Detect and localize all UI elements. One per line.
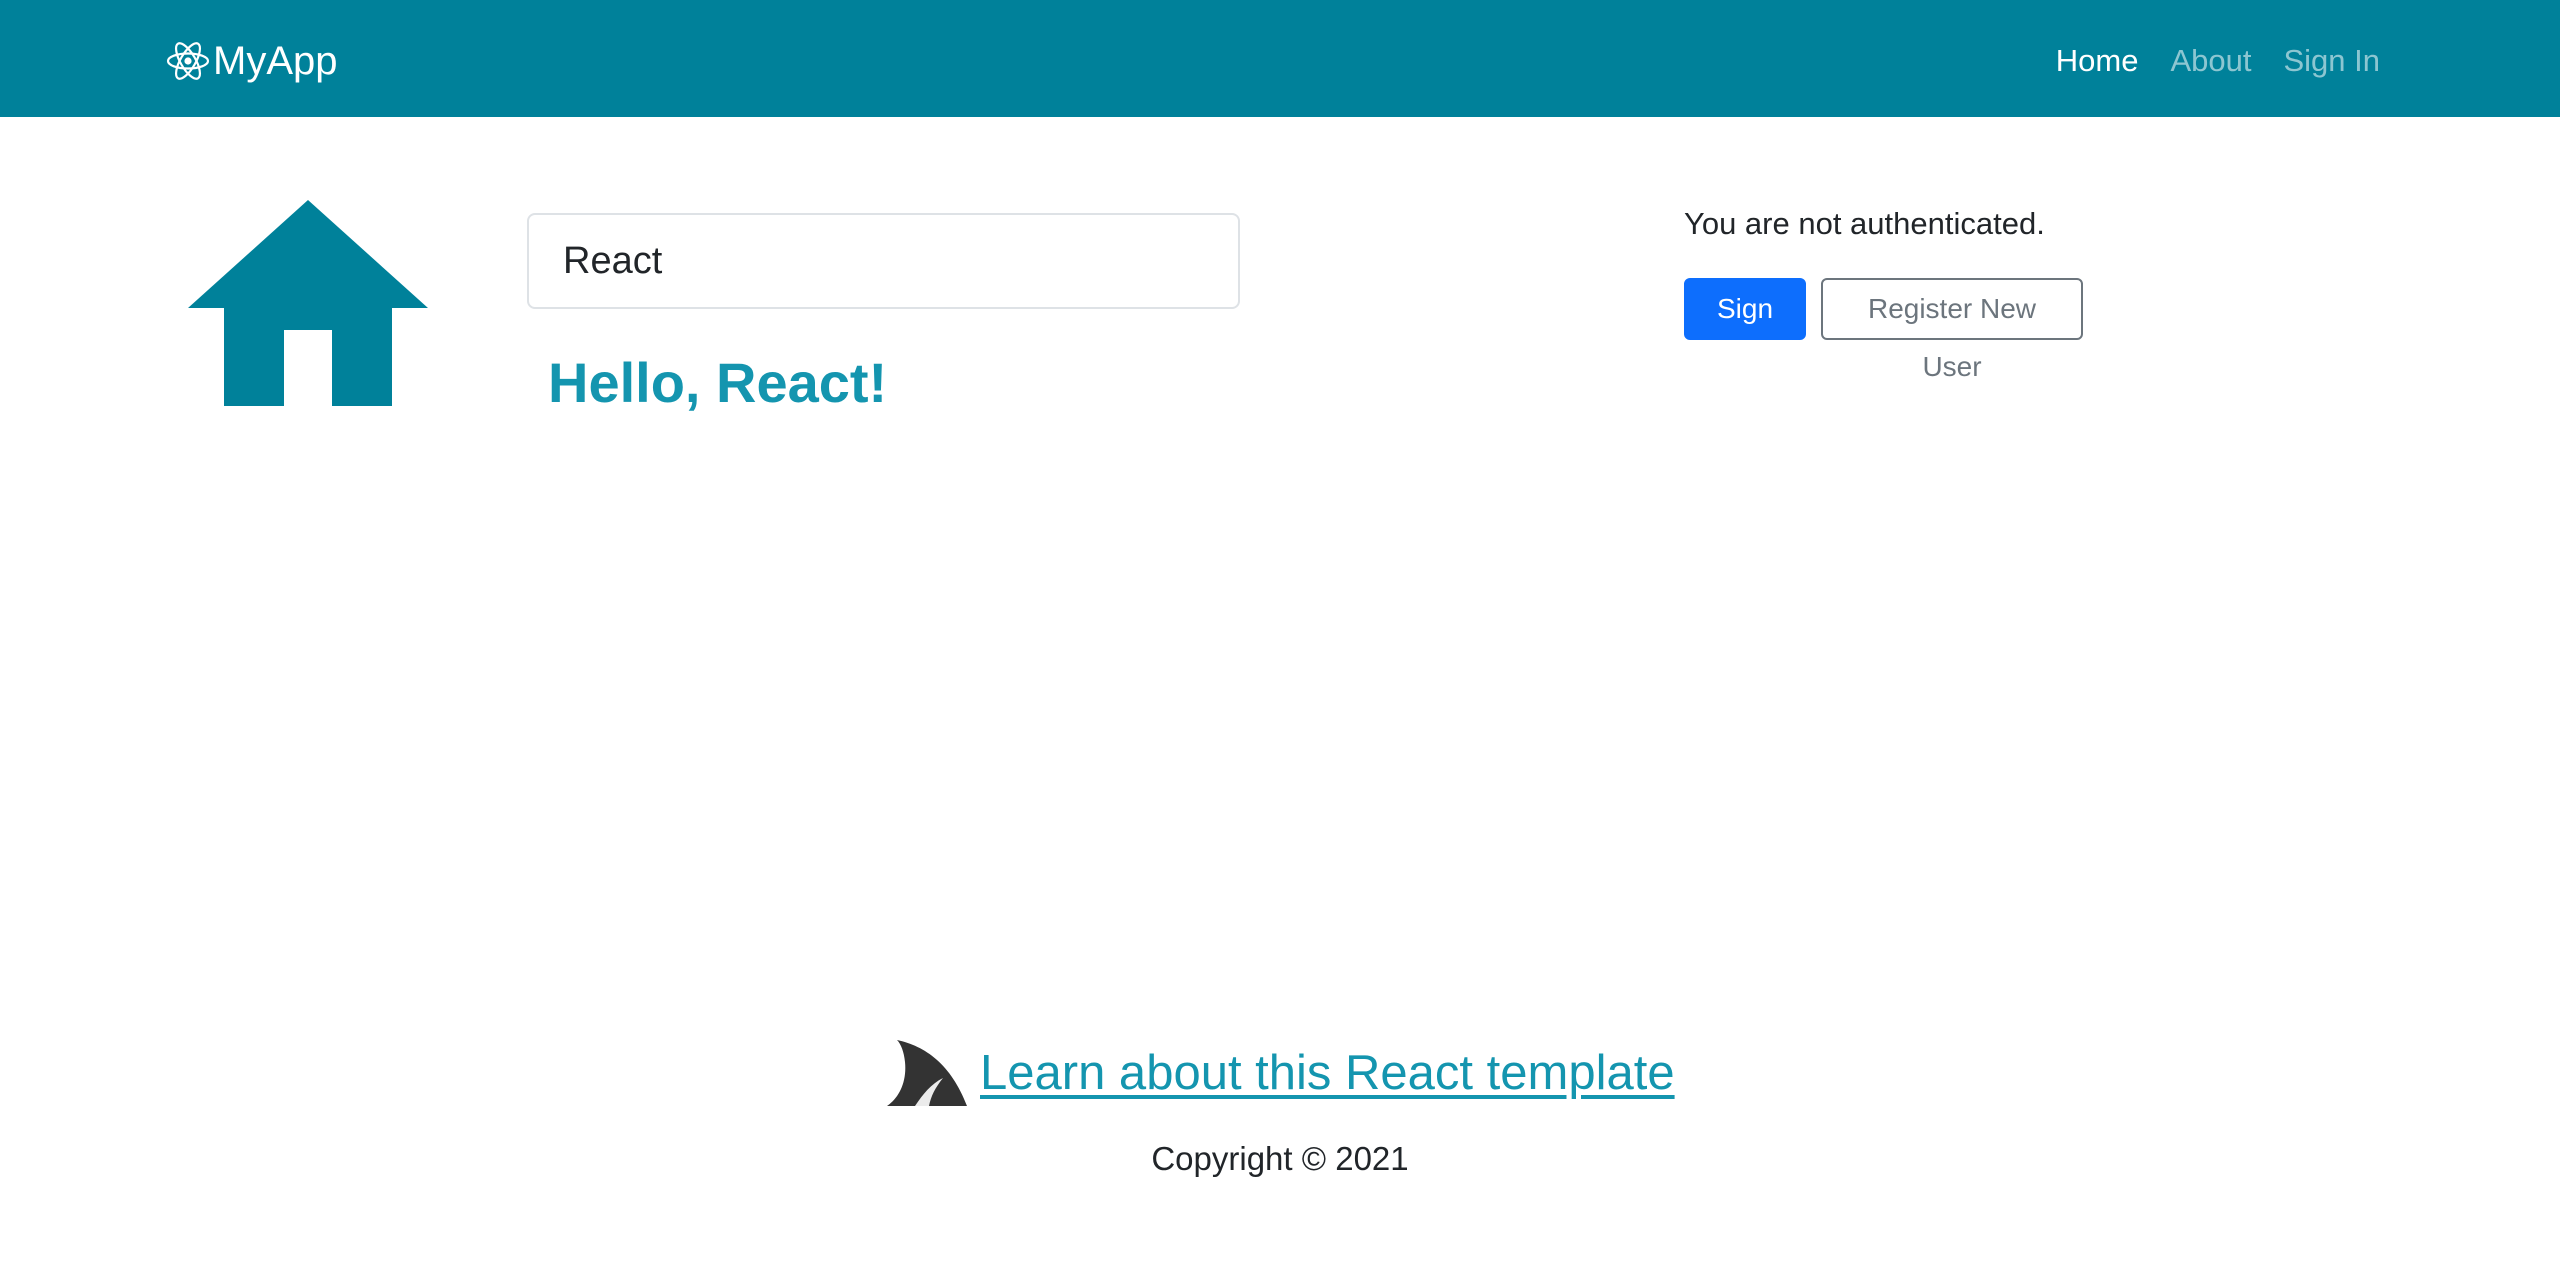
learn-template-link[interactable]: Learn about this React template [980, 1038, 1675, 1108]
nav-link-home[interactable]: Home [2056, 36, 2139, 86]
name-input[interactable] [527, 213, 1240, 309]
react-atom-icon [166, 42, 210, 80]
brand-name: MyApp [213, 39, 338, 83]
auth-status-text: You are not authenticated. [1684, 206, 2045, 241]
footer-link-row: Learn about this React template [885, 1033, 1675, 1113]
nav-links: Home About Sign In [2056, 36, 2380, 86]
shark-fin-icon [887, 1040, 967, 1106]
house-icon [188, 200, 428, 406]
sign-in-button[interactable]: Sign In [1684, 278, 1806, 382]
top-navbar: MyApp Home About Sign In [0, 0, 2560, 117]
nav-link-about[interactable]: About [2170, 36, 2251, 86]
copyright-text: Copyright © 2021 [1151, 1140, 1409, 1177]
brand-link[interactable]: MyApp [165, 33, 338, 89]
register-new-user-button[interactable]: Register New User [1821, 278, 2083, 382]
greeting-heading: Hello, React! [548, 351, 888, 414]
nav-link-sign-in[interactable]: Sign In [2283, 36, 2380, 86]
